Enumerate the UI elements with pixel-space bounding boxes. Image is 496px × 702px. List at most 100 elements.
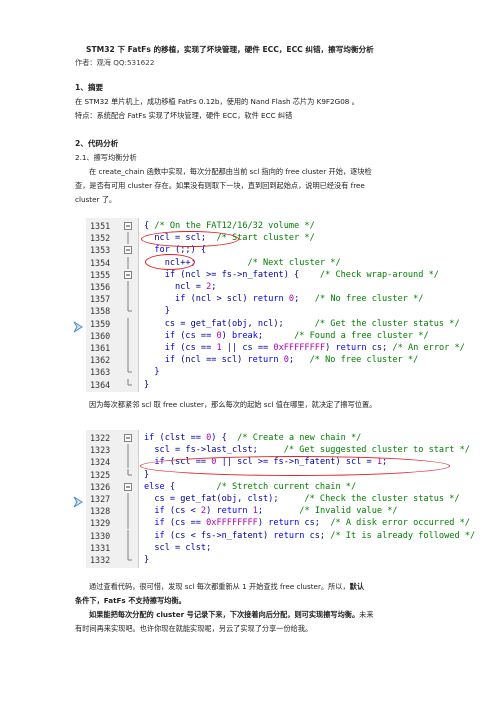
code-line: 1329 if (cs == 0xFFFFFFFF) return cs; /*…: [86, 517, 496, 530]
code-text: }: [144, 367, 160, 378]
highlight-oval-scl-reset: [140, 456, 450, 476]
code-screenshot-create-chain-loop: 1351 { /* On the FAT12/16/32 volume */ 135…: [86, 218, 496, 392]
code-line: 1361 if (cs == 1 || cs == 0xFFFFFFFF) re…: [86, 342, 496, 354]
code-line: 1328 if (cs < 2) return 1; /* Invalid va…: [86, 505, 496, 518]
fold-guide-icon: [124, 293, 132, 306]
line-number: 1332: [90, 555, 111, 565]
fold-guide-icon: [124, 517, 132, 530]
code-line: 1360 if (cs == 0) break; /* Found a free…: [86, 329, 496, 342]
code-text: }: [144, 469, 150, 480]
line-number: 1360: [90, 330, 111, 341]
highlight-oval-scl: [141, 231, 239, 247]
paragraph-3-bold: 默认: [349, 582, 365, 591]
fold-guide-icon: [124, 505, 132, 518]
fold-collapse-icon[interactable]: [124, 222, 132, 230]
line-number: 1355: [90, 269, 111, 280]
code-screenshot-create-chain-start: 1322 if (clst == 0) { /* Create a new cha…: [86, 430, 496, 568]
code-line: 1331 scl = clst;: [86, 541, 496, 554]
code-text: if (ncl > scl) return 0; /* No free clus…: [144, 294, 424, 305]
code-text: if (clst == 0) { /* Create a new chain *…: [144, 433, 362, 443]
current-line-arrow-icon: [72, 493, 84, 512]
paragraph-4-bold: 如果能把每次分配的 cluster 号记录下来，下次接着向后分配，则可实现擦写均…: [89, 610, 360, 619]
fold-guide-icon: [124, 541, 132, 554]
code-line: 1323 scl = fs->last_clst; /* Get suggest…: [86, 444, 496, 457]
line-number: 1353: [90, 245, 111, 256]
author-line: 作者：观海 QQ:531622: [75, 58, 155, 67]
fold-guide-icon: [124, 468, 132, 479]
code-line: 1357 if (ncl > scl) return 0; /* No free…: [86, 293, 496, 306]
line-number: 1322: [90, 433, 111, 443]
code-line: 1359 cs = get_fat(obj, ncl); /* Get the …: [86, 317, 496, 330]
fold-guide-icon: [124, 256, 132, 269]
paragraph-4-line-2: 有时间再来实现吧。也许你现在就能实现呢，另云了实现了分享一份给我。: [75, 624, 313, 633]
code-line: 1332}: [86, 554, 496, 566]
paragraph-1-line-3: cluster 了。: [75, 195, 117, 204]
section-2-heading: 2、代码分析: [75, 139, 119, 148]
line-number: 1359: [90, 318, 111, 329]
code-text: scl = fs->last_clst; /* Get suggested cl…: [144, 445, 470, 456]
doc-title: STM32 下 FatFs 的移植，实现了坏块管理，硬件 ECC，ECC 纠错，…: [86, 45, 374, 54]
code-text: }: [144, 555, 150, 565]
fold-collapse-icon[interactable]: [124, 482, 132, 491]
code-text: ncl = 2;: [144, 282, 217, 292]
code-text: { /* On the FAT12/16/32 volume */: [144, 221, 315, 231]
summary-line-1: 在 STM32 单片机上，成功移植 FatFs 0.12b，使用的 Nand F…: [75, 97, 359, 106]
code-line: 1358 }: [86, 305, 496, 317]
line-number: 1361: [90, 343, 111, 353]
code-text: cs = get_fat(obj, clst); /* Check the cl…: [144, 494, 460, 504]
line-number: 1362: [90, 355, 111, 366]
fold-collapse-icon[interactable]: [124, 434, 132, 442]
paragraph-4-text: 未来: [359, 610, 374, 619]
fold-guide-icon: [124, 329, 132, 342]
line-number: 1358: [90, 306, 111, 317]
line-number: 1356: [90, 282, 111, 292]
code-text: if (ncl == scl) return 0; /* No free clu…: [144, 355, 419, 366]
code-line: 1330 if (cs < fs->n_fatent) return cs; /…: [86, 529, 496, 542]
paragraph-3-line-1: 通过查看代码，很可惜，发现 scl 每次都重新从 1 开始查找 free clu…: [89, 581, 364, 593]
code-line: 1363 }: [86, 366, 496, 378]
fold-guide-icon: [124, 456, 132, 469]
fold-collapse-icon[interactable]: [124, 270, 132, 279]
fold-guide-icon: [124, 354, 132, 367]
code-text: }: [144, 379, 150, 390]
code-line: 1353 for (;;) {: [86, 244, 496, 256]
fold-guide-icon: [124, 493, 132, 505]
line-number: 1324: [90, 457, 111, 468]
paragraph-1-line-1: 在 create_chain 函数中实现，每次分配都由当前 scl 指向的 fr…: [89, 167, 372, 176]
highlight-oval-ncl: [145, 254, 195, 270]
fold-guide-icon: [124, 232, 132, 245]
paragraph-4-line-1: 如果能把每次分配的 cluster 号记录下来，下次接着向后分配，则可实现擦写均…: [89, 609, 374, 621]
line-number: 1352: [90, 233, 111, 244]
code-line: 1355 if (ncl >= fs->n_fatent) { /* Check…: [86, 269, 496, 281]
fold-guide-icon: [124, 444, 132, 457]
document-page: STM32 下 FatFs 的移植，实现了坏块管理，硬件 ECC，ECC 纠错，…: [0, 0, 496, 702]
code-line: 1364}: [86, 378, 496, 391]
fold-guide-icon: [124, 366, 132, 376]
fold-guide-icon: [124, 378, 132, 389]
line-number: 1327: [90, 494, 111, 504]
line-number: 1351: [90, 221, 111, 231]
code-text: if (cs == 0) break; /* Found a free clus…: [144, 330, 429, 341]
fold-collapse-icon[interactable]: [124, 246, 132, 255]
section-2-1-heading: 2.1、擦写均衡分析: [75, 153, 137, 162]
section-1-heading: 1、摘要: [75, 83, 104, 92]
code-text: else { /* Stretch current chain */: [144, 481, 357, 492]
line-number: 1326: [90, 481, 111, 492]
code-text: if (ncl >= fs->n_fatent) { /* Check wrap…: [144, 269, 439, 280]
fold-guide-icon: [124, 317, 132, 330]
code-line: 1356 ncl = 2;: [86, 281, 496, 293]
code-text: if (cs < 2) return 1; /* Invalid value *…: [144, 506, 398, 517]
fold-guide-icon: [124, 305, 132, 315]
fold-guide-icon: [124, 529, 132, 542]
fold-guide-icon: [124, 342, 132, 354]
line-number: 1323: [90, 445, 111, 456]
code-text: }: [144, 306, 170, 317]
line-number: 1330: [90, 530, 111, 541]
code-text: scl = clst;: [144, 542, 212, 553]
line-number: 1329: [90, 518, 111, 529]
code-text: if (cs == 0xFFFFFFFF) return cs; /* A di…: [144, 518, 471, 529]
code-line: 1322 if (clst == 0) { /* Create a new cha…: [86, 432, 496, 444]
line-number: 1363: [90, 367, 111, 378]
line-number: 1325: [90, 469, 111, 480]
code-line: 1327 cs = get_fat(obj, clst); /* Check t…: [86, 493, 496, 505]
